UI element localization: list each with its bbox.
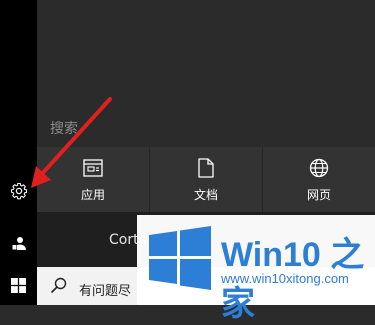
search-heading: 搜索 [50, 121, 78, 137]
globe-icon [309, 158, 329, 178]
search-icon [51, 277, 67, 293]
document-icon [198, 158, 214, 178]
windows-logo-icon [11, 277, 26, 293]
account-button[interactable] [0, 223, 37, 263]
search-category-row: 应用 文档 网页 [37, 147, 375, 212]
settings-button[interactable] [0, 171, 37, 211]
category-apps-label: 应用 [80, 188, 105, 202]
category-documents-label: 文档 [193, 188, 218, 202]
start-button[interactable] [0, 265, 37, 305]
category-documents[interactable]: 文档 [150, 147, 263, 212]
start-sidebar [0, 0, 37, 305]
category-apps[interactable]: 应用 [37, 147, 150, 212]
windows-logo-icon [149, 226, 211, 290]
category-web-label: 网页 [306, 188, 331, 202]
watermark-url: www.win10xitong.com [221, 271, 349, 286]
app-window-icon [83, 159, 103, 177]
gear-icon [10, 182, 27, 200]
watermark: Win10 之家 www.win10xitong.com [137, 215, 375, 323]
person-icon [11, 237, 26, 250]
search-input-text: 有问题尽 [79, 284, 132, 299]
category-web[interactable]: 网页 [263, 147, 375, 212]
